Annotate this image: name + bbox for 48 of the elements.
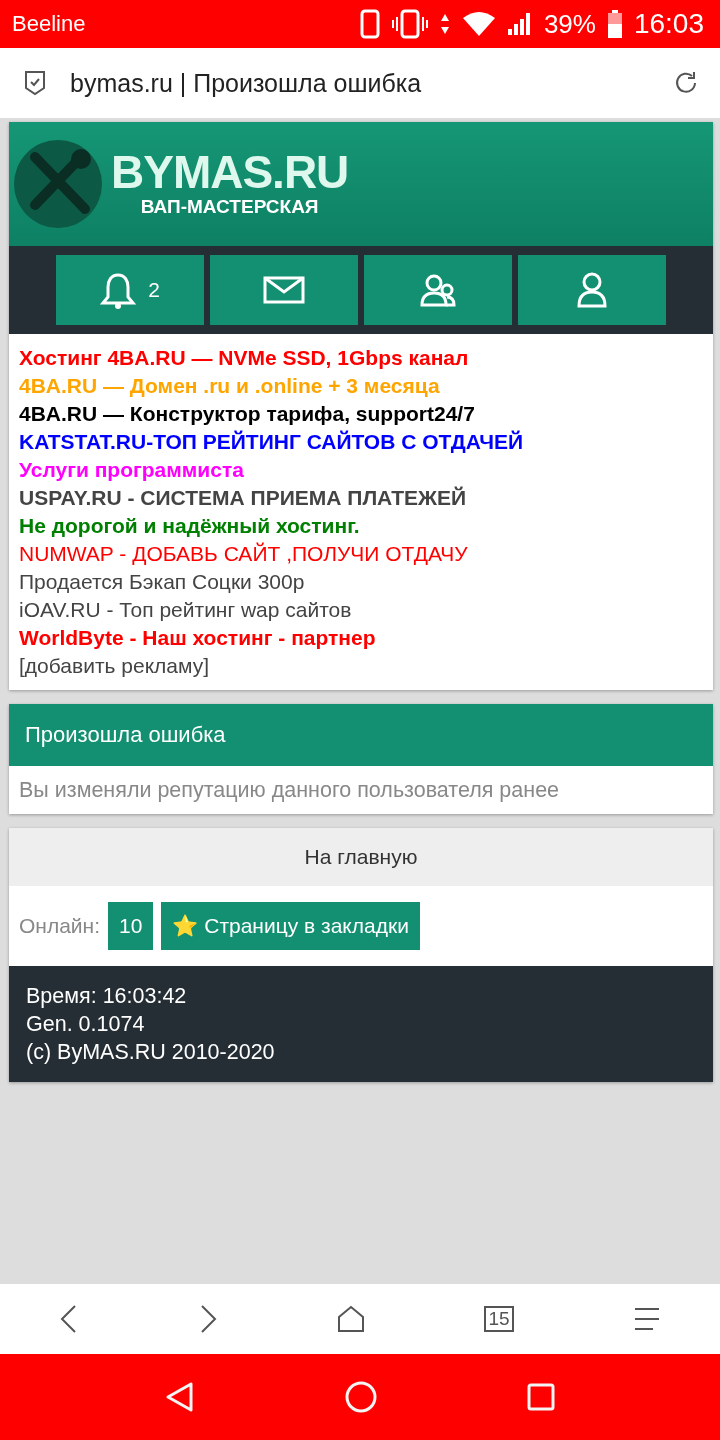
online-label: Онлайн: bbox=[19, 914, 101, 938]
online-count[interactable]: 10 bbox=[108, 902, 154, 950]
home-circle-icon[interactable] bbox=[345, 1381, 377, 1413]
user-icon bbox=[576, 271, 608, 309]
ad-link[interactable]: WorldByte - Наш хостинг - партнер bbox=[19, 624, 703, 652]
footer-line: Gen. 0.1074 bbox=[26, 1011, 146, 1038]
users-icon bbox=[420, 273, 456, 307]
error-message: Вы изменяли репутацию данного пользователя ранее bbox=[18, 776, 561, 804]
logo-title: BYMAS.RU bbox=[111, 148, 349, 195]
ad-link[interactable]: Не дорогой и надёжный хостинг. bbox=[19, 512, 703, 540]
battery-percent: 39% bbox=[543, 8, 596, 40]
bell-icon bbox=[100, 271, 137, 309]
bookmark-button[interactable]: ⭐ Страницу в закладки bbox=[161, 902, 420, 950]
recents-square-icon[interactable] bbox=[527, 1383, 555, 1411]
wifi-icon bbox=[461, 11, 496, 37]
envelope-icon bbox=[263, 276, 305, 304]
clock: 16:03 bbox=[633, 8, 704, 40]
tools-logo-icon bbox=[13, 139, 103, 229]
mail-button[interactable] bbox=[210, 255, 358, 325]
ad-link[interactable]: 4BA.RU — Конструктор тарифа, support24/7 bbox=[19, 400, 703, 428]
home-link[interactable]: На главную bbox=[9, 828, 713, 886]
data-arrows-icon bbox=[439, 12, 450, 36]
forward-icon[interactable] bbox=[198, 1304, 219, 1334]
vibrate-icon bbox=[391, 9, 428, 39]
battery-icon bbox=[607, 10, 622, 38]
ad-link[interactable]: [добавить рекламу] bbox=[19, 652, 703, 680]
ad-link[interactable]: iOAV.RU - Топ рейтинг wap сайтов bbox=[19, 596, 703, 624]
error-header: Произошла ошибка bbox=[9, 704, 713, 766]
menu-icon[interactable] bbox=[632, 1307, 661, 1331]
ad-link[interactable]: USPAY.RU - СИСТЕМА ПРИЕМА ПЛАТЕЖЕЙ bbox=[19, 484, 703, 512]
carrier-name: Beeline bbox=[12, 11, 86, 37]
bell-button[interactable]: 2 bbox=[56, 255, 204, 325]
home-icon[interactable] bbox=[337, 1305, 366, 1333]
footer-line: Время: 16:03:42 bbox=[26, 983, 188, 1010]
logo-subtitle: ВАП-МАСТЕРСКАЯ bbox=[140, 194, 319, 219]
signal-icon bbox=[507, 11, 532, 37]
footer-line: (c) ByMAS.RU 2010-2020 bbox=[26, 1039, 276, 1066]
tabs-counter[interactable]: 15 bbox=[484, 1306, 514, 1332]
shield-icon bbox=[24, 70, 46, 96]
profile-button[interactable] bbox=[518, 255, 666, 325]
back-triangle-icon[interactable] bbox=[165, 1381, 195, 1413]
phone-icon bbox=[359, 9, 380, 39]
ad-link[interactable]: Хостинг 4BA.RU — NVMe SSD, 1Gbps канал bbox=[19, 344, 703, 372]
page-title[interactable]: bymas.ru | Произошла ошибка bbox=[70, 68, 648, 98]
ad-link[interactable]: KATSTAT.RU-ТОП РЕЙТИНГ САЙТОВ С ОТДАЧЕЙ bbox=[19, 428, 703, 456]
ad-link[interactable]: NUMWAP - ДОБАВЬ САЙТ ,ПОЛУЧИ ОТДАЧУ bbox=[19, 540, 703, 568]
friends-button[interactable] bbox=[364, 255, 512, 325]
ad-link[interactable]: Продается Бэкап Соцки 300р bbox=[19, 568, 703, 596]
